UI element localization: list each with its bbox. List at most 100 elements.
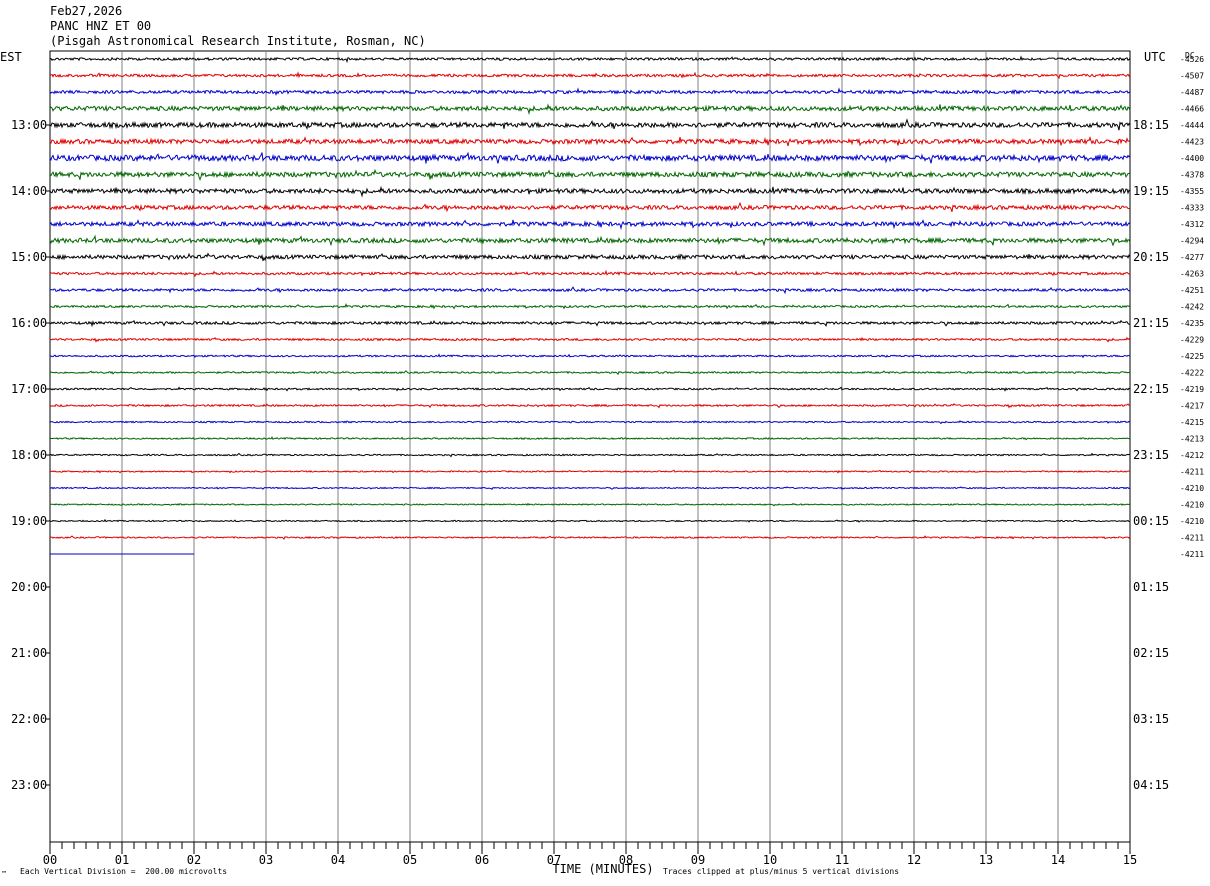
trace-line — [50, 303, 1131, 310]
x-tick-label: 11 — [835, 853, 849, 867]
seismogram-chart: 00 01 02 03 04 05 06 07 08 09 10 11 12 13 14 15TIME (MI… — [0, 50, 1204, 876]
trace-line — [49, 469, 1131, 474]
dc-offset-label: -4487 — [1180, 88, 1204, 97]
trace-line — [49, 201, 1131, 213]
trace-line — [49, 486, 1131, 491]
trace-line — [49, 518, 1130, 523]
x-tick-label: 06 — [475, 853, 489, 867]
dc-offset-label: -4210 — [1180, 484, 1204, 493]
trace-line — [49, 452, 1131, 458]
left-hour-label: 18:00 — [11, 448, 47, 462]
dc-offset-label: -4210 — [1180, 501, 1204, 510]
dc-offset-label: -4263 — [1180, 270, 1204, 279]
right-hour-label: 02:15 — [1133, 646, 1169, 660]
right-timezone-label: UTC — [1144, 50, 1166, 64]
dc-offset-label: -4507 — [1180, 72, 1204, 81]
dc-offset-label: -4211 — [1180, 550, 1204, 559]
dc-offset-label: -4213 — [1180, 435, 1204, 444]
trace-line — [49, 234, 1131, 247]
left-hour-label: 20:00 — [11, 580, 47, 594]
dc-offset-label: -4423 — [1180, 138, 1204, 147]
corner-mark: ™ — [2, 870, 7, 878]
x-tick-label: 02 — [187, 853, 201, 867]
right-hour-label: 22:15 — [1133, 382, 1169, 396]
x-axis-title: TIME (MINUTES) — [552, 862, 653, 876]
dc-offset-label: -4242 — [1180, 303, 1204, 312]
trace-line — [49, 386, 1131, 392]
x-tick-label: 13 — [979, 853, 993, 867]
left-hour-label: 22:00 — [11, 712, 47, 726]
dc-offset-label: -4378 — [1180, 171, 1204, 180]
left-timezone-label: EST — [0, 50, 22, 64]
trace-line — [49, 535, 1131, 540]
dc-offset-label: -4217 — [1180, 402, 1204, 411]
left-hour-label: 17:00 — [11, 382, 47, 396]
right-hour-label: 00:15 — [1133, 514, 1169, 528]
dc-offset-label: -4294 — [1180, 237, 1204, 246]
left-hour-label: 19:00 — [11, 514, 47, 528]
left-hour-label: 21:00 — [11, 646, 47, 660]
trace-line — [50, 436, 1131, 441]
x-tick-label: 05 — [403, 853, 417, 867]
division-note: Each Vertical Division = 200.00 microvol… — [20, 867, 228, 876]
right-hour-label: 20:15 — [1133, 250, 1169, 264]
dc-offset-label: -4251 — [1180, 286, 1204, 295]
trace-line — [49, 118, 1131, 131]
trace-line — [49, 87, 1131, 97]
trace-line — [49, 136, 1131, 147]
dc-offset-label: -4225 — [1180, 352, 1204, 361]
dc-offset-label: -4312 — [1180, 220, 1204, 229]
trace-line — [49, 286, 1131, 295]
dc-offset-label: -4333 — [1180, 204, 1204, 213]
x-tick-label: 12 — [907, 853, 921, 867]
dc-offset-label: -4212 — [1180, 451, 1204, 460]
plot-frame — [49, 50, 1131, 843]
left-hour-label: 15:00 — [11, 250, 47, 264]
x-tick-label: 04 — [331, 853, 345, 867]
trace-line — [49, 71, 1131, 80]
dc-offset-label: -4210 — [1180, 517, 1204, 526]
x-tick-label: 15 — [1123, 853, 1137, 867]
right-hour-label: 23:15 — [1133, 448, 1169, 462]
x-tick-label: 00 — [43, 853, 57, 867]
right-hour-label: 03:15 — [1133, 712, 1169, 726]
trace-line — [50, 353, 1131, 359]
right-hour-label: 19:15 — [1133, 184, 1169, 198]
trace-line — [49, 319, 1131, 328]
x-tick-label: 03 — [259, 853, 273, 867]
trace-line — [49, 219, 1131, 231]
right-hour-label: 21:15 — [1133, 316, 1169, 330]
dc-offset-label: -4355 — [1180, 187, 1204, 196]
trace-group — [49, 55, 1131, 555]
left-hour-label: 13:00 — [11, 118, 47, 132]
trace-line — [49, 151, 1131, 164]
x-tick-label: 01 — [115, 853, 129, 867]
chart-grid — [46, 50, 1131, 854]
dc-offset-label: -4400 — [1180, 154, 1204, 163]
right-hour-label: 01:15 — [1133, 580, 1169, 594]
dc-offset-label: -4526 — [1180, 55, 1204, 64]
dc-offset-label: -4235 — [1180, 319, 1204, 328]
dc-offset-label: -4211 — [1180, 534, 1204, 543]
dc-offset-label: -4211 — [1180, 468, 1204, 477]
left-hour-label: 16:00 — [11, 316, 47, 330]
dc-offset-label: -4229 — [1180, 336, 1204, 345]
trace-line — [49, 269, 1131, 278]
trace-line — [49, 419, 1131, 425]
trace-line — [49, 403, 1131, 409]
trace-line — [49, 185, 1131, 198]
trace-line — [49, 370, 1131, 376]
trace-line — [49, 103, 1131, 116]
trace-line — [49, 502, 1131, 507]
left-hour-label: 23:00 — [11, 778, 47, 792]
clipped-note: Traces clipped at plus/minus 5 vertical … — [663, 867, 900, 876]
dc-offset-label: -4277 — [1180, 253, 1204, 262]
trace-line — [50, 336, 1131, 343]
right-hour-label: 04:15 — [1133, 778, 1169, 792]
dc-offset-label: -4219 — [1180, 385, 1204, 394]
dc-offset-label: -4444 — [1180, 121, 1204, 130]
dc-offset-label: -4222 — [1180, 369, 1204, 378]
left-hour-label: 14:00 — [11, 184, 47, 198]
trace-line — [49, 252, 1131, 262]
x-tick-label: 10 — [763, 853, 777, 867]
